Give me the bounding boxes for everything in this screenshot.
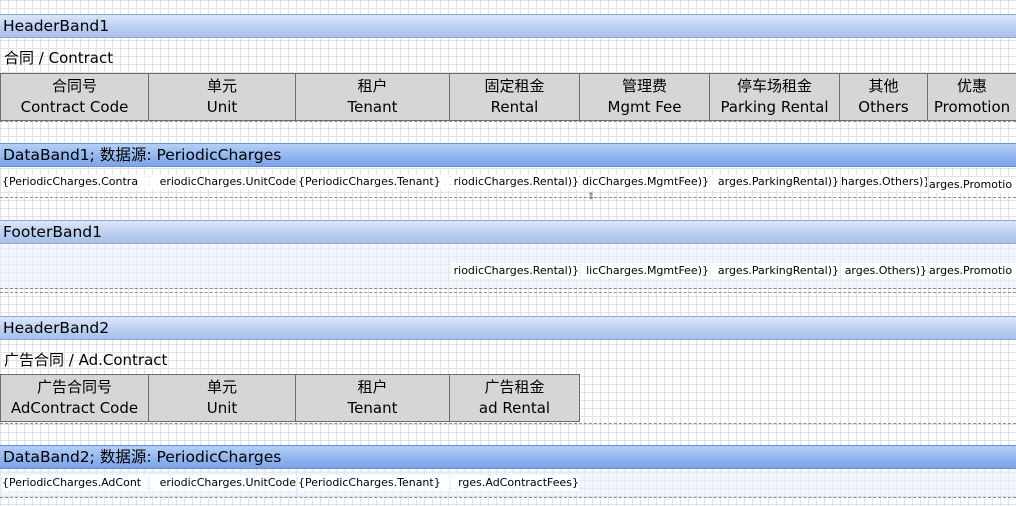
col-header-en: ad Rental	[478, 399, 551, 417]
col-header-unit[interactable]: 单元 Unit	[148, 73, 296, 121]
col-header-en: Tenant	[347, 399, 398, 417]
col-header-en: Promotion	[933, 98, 1011, 116]
field-unit-code[interactable]: eriodicCharges.UnitCode	[150, 475, 296, 491]
col-header-cn: 租户	[357, 77, 388, 95]
field-unit-code[interactable]: eriodicCharges.UnitCode	[150, 174, 296, 190]
contract-section-title[interactable]: 合同 / Contract	[4, 49, 113, 67]
field-tenant[interactable]: {PeriodicCharges.Tenant}	[298, 174, 449, 190]
col-header-cn: 广告合同号	[36, 378, 112, 396]
col-header-cn: 单元	[206, 77, 237, 95]
field-rental[interactable]: riodicCharges.Rental)}	[451, 174, 579, 190]
col-header-promotion[interactable]: 优惠 Promotion	[927, 73, 1016, 121]
col-header-en: Rental	[490, 98, 539, 116]
field-mgmt-fee[interactable]: dicCharges.MgmtFee)}	[581, 174, 709, 190]
field-tenant[interactable]: {PeriodicCharges.Tenant}	[298, 475, 449, 491]
col-header-tenant[interactable]: 租户 Tenant	[295, 73, 450, 121]
col-header-cn: 广告租金	[484, 378, 545, 396]
col-header-parking-rental[interactable]: 停车场租金 Parking Rental	[709, 73, 840, 121]
band-separator	[0, 197, 1016, 198]
field-others[interactable]: harges.Others)}	[841, 174, 927, 190]
col-header-cn: 停车场租金	[736, 77, 812, 95]
footer-sum-parking-rental[interactable]: arges.ParkingRental)}	[711, 263, 839, 279]
footer-sum-rental[interactable]: riodicCharges.Rental)}	[451, 263, 579, 279]
data-band-1-title[interactable]: DataBand1; 数据源: PeriodicCharges	[0, 143, 1016, 167]
footer-band-1-title[interactable]: FooterBand1	[0, 220, 1016, 244]
col-header-cn: 固定租金	[484, 77, 545, 95]
field-ad-contract-fees[interactable]: rges.AdContractFees}	[451, 475, 579, 491]
col-header-others[interactable]: 其他 Others	[839, 73, 928, 121]
col-header-en: Unit	[206, 98, 238, 116]
header-band-1-title[interactable]: HeaderBand1	[0, 14, 1016, 38]
header-band-2-title[interactable]: HeaderBand2	[0, 316, 1016, 340]
col-header-en: Contract Code	[20, 98, 129, 116]
col-header-cn: 管理费	[621, 77, 667, 95]
col-header-contract-code[interactable]: 合同号 Contract Code	[0, 73, 149, 121]
col-header-cn: 合同号	[51, 77, 97, 95]
col-header-tenant[interactable]: 租户 Tenant	[295, 374, 450, 422]
col-header-unit[interactable]: 单元 Unit	[148, 374, 296, 422]
col-header-mgmt-fee[interactable]: 管理费 Mgmt Fee	[579, 73, 710, 121]
field-parking-rental[interactable]: arges.ParkingRental)}	[711, 174, 839, 190]
col-header-cn: 租户	[357, 378, 388, 396]
col-header-en: Unit	[206, 399, 238, 417]
ad-contract-section-title[interactable]: 广告合同 / Ad.Contract	[4, 351, 167, 369]
band-separator	[0, 121, 1016, 122]
col-header-en: Tenant	[347, 98, 398, 116]
col-header-cn: 单元	[206, 378, 237, 396]
col-header-en: Others	[858, 98, 909, 116]
col-header-en: Mgmt Fee	[607, 98, 682, 116]
field-adcontract-code[interactable]: {PeriodicCharges.AdCont	[2, 475, 148, 491]
col-header-en: AdContract Code	[10, 399, 139, 417]
footer-sum-promotion[interactable]: arges.Promotio	[929, 263, 1016, 279]
col-header-rental[interactable]: 固定租金 Rental	[449, 73, 580, 121]
band-separator	[0, 288, 1016, 289]
field-contract-code[interactable]: {PeriodicCharges.Contra	[2, 174, 148, 190]
footer-sum-mgmt-fee[interactable]: licCharges.MgmtFee)}	[581, 263, 709, 279]
col-header-adcontract-code[interactable]: 广告合同号 AdContract Code	[0, 374, 149, 422]
band-separator	[0, 423, 1016, 424]
col-header-ad-rental[interactable]: 广告租金 ad Rental	[449, 374, 580, 422]
field-promotion[interactable]: arges.Promotio	[929, 177, 1016, 193]
band-separator	[0, 497, 1016, 498]
col-header-cn: 其他	[868, 77, 899, 95]
band-separator	[0, 292, 1016, 293]
col-header-en: Parking Rental	[720, 98, 829, 116]
col-header-cn: 优惠	[956, 77, 987, 95]
data-band-2-title[interactable]: DataBand2; 数据源: PeriodicCharges	[0, 445, 1016, 469]
footer-sum-others[interactable]: arges.Others)}	[841, 263, 927, 279]
